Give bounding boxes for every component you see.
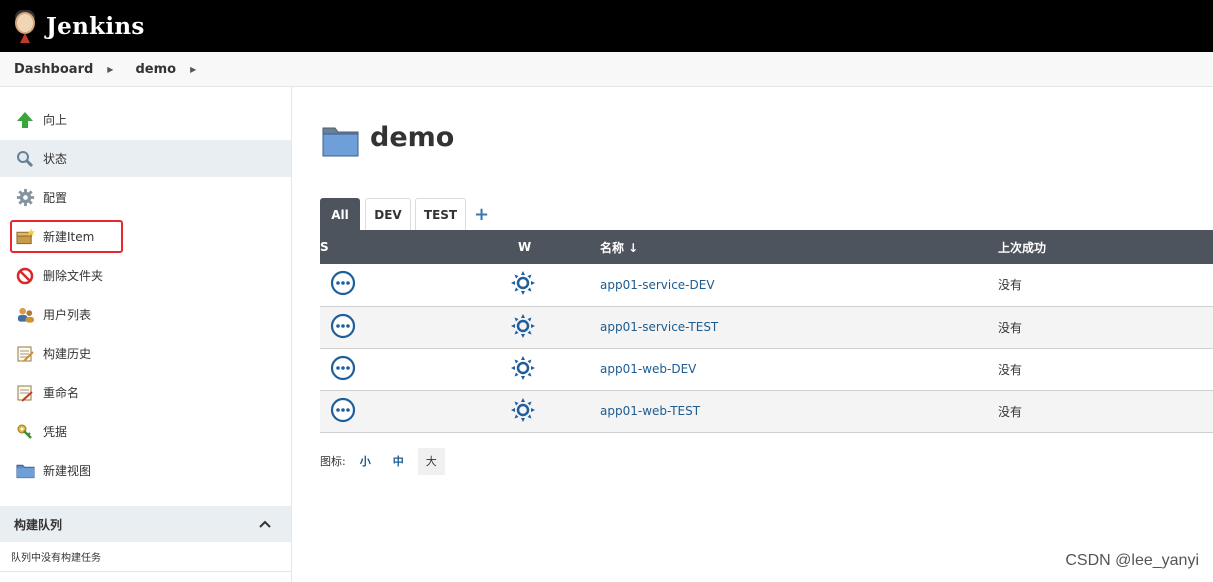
build-queue-title: 构建队列 <box>14 517 63 532</box>
collapse-chevron-icon[interactable] <box>259 517 271 531</box>
job-name-cell: app01-web-TEST <box>600 390 998 433</box>
icon-size-selector: 图标: 小 中 大 <box>320 447 445 475</box>
status-cell <box>320 348 365 391</box>
sidebar-item-build-history[interactable]: 构建历史 <box>0 335 291 372</box>
job-link[interactable]: app01-web-TEST <box>600 404 700 418</box>
no-entry-icon <box>15 266 35 286</box>
breadcrumb-chevron-icon[interactable]: ▶ <box>107 65 113 74</box>
sidebar-item-configure[interactable]: 配置 <box>0 179 291 216</box>
not-built-status-icon[interactable] <box>330 313 356 342</box>
sidebar-item-delete-folder[interactable]: 删除文件夹 <box>0 257 291 294</box>
up-arrow-icon <box>15 110 35 130</box>
notepad-pencil-icon <box>15 383 35 403</box>
last-success-cell: 没有 <box>998 264 1213 307</box>
status-cell <box>320 306 365 349</box>
table-row: app01-web-TEST 没有 <box>320 390 1213 433</box>
sidebar-item-label: 配置 <box>43 191 68 205</box>
breadcrumb-chevron-icon[interactable]: ▶ <box>190 65 196 74</box>
breadcrumb-demo[interactable]: demo <box>135 62 176 77</box>
users-icon <box>15 305 35 325</box>
sidebar-item-new-view[interactable]: 新建视图 <box>0 452 291 489</box>
job-link[interactable]: app01-service-TEST <box>600 320 718 334</box>
icon-size-medium[interactable]: 中 <box>385 448 412 475</box>
folder-icon <box>15 461 35 481</box>
sidebar-item-status[interactable]: 状态 <box>0 140 291 177</box>
divider <box>0 571 291 572</box>
weather-cell <box>365 390 600 433</box>
job-name-cell: app01-service-DEV <box>600 264 998 307</box>
last-success-cell: 没有 <box>998 348 1213 391</box>
highlight-annotation <box>10 220 123 253</box>
job-link[interactable]: app01-service-DEV <box>600 278 715 292</box>
add-tab-button[interactable]: + <box>474 204 489 225</box>
weather-sun-icon[interactable] <box>510 313 536 342</box>
sidebar: 向上 状态 配置 新建Item 删除文件夹 用户列表 构建历史 重命名 凭据 新… <box>0 87 292 582</box>
status-cell <box>320 390 365 433</box>
not-built-status-icon[interactable] <box>330 270 356 299</box>
sidebar-item-label: 向上 <box>43 113 68 127</box>
icon-size-large[interactable]: 大 <box>417 447 445 475</box>
folder-icon <box>322 124 360 158</box>
app-title[interactable]: Jenkins <box>46 13 145 40</box>
sidebar-item-label: 新建视图 <box>43 464 92 478</box>
sidebar-item-rename[interactable]: 重命名 <box>0 374 291 411</box>
not-built-status-icon[interactable] <box>330 397 356 426</box>
sidebar-item-label: 构建历史 <box>43 347 92 361</box>
weather-cell <box>365 306 600 349</box>
job-link[interactable]: app01-web-DEV <box>600 362 696 376</box>
sidebar-item-users[interactable]: 用户列表 <box>0 296 291 333</box>
icon-size-small[interactable]: 小 <box>352 448 379 475</box>
last-success-cell: 没有 <box>998 306 1213 349</box>
weather-sun-icon[interactable] <box>510 397 536 426</box>
build-queue-empty: 队列中没有构建任务 <box>11 553 101 564</box>
sidebar-item-label: 凭据 <box>43 425 68 439</box>
sidebar-item-label: 用户列表 <box>43 308 92 322</box>
magnifier-icon <box>15 149 35 169</box>
watermark: CSDN @lee_yanyi <box>1065 552 1199 569</box>
build-queue-header[interactable]: 构建队列 <box>0 506 291 542</box>
weather-cell <box>365 348 600 391</box>
table-row: app01-service-DEV 没有 <box>320 264 1213 307</box>
column-last-success[interactable]: 上次成功 <box>998 230 1213 264</box>
keys-icon <box>15 422 35 442</box>
sidebar-item-label: 重命名 <box>43 386 80 400</box>
sidebar-item-label: 状态 <box>43 152 68 166</box>
column-weather[interactable]: W <box>365 230 600 264</box>
sidebar-item-up[interactable]: 向上 <box>0 101 291 138</box>
column-name[interactable]: 名称 ↓ <box>600 230 998 264</box>
top-header: Jenkins <box>0 0 1213 52</box>
last-success-cell: 没有 <box>998 390 1213 433</box>
icon-size-label: 图标: <box>320 455 346 468</box>
job-name-cell: app01-web-DEV <box>600 348 998 391</box>
weather-sun-icon[interactable] <box>510 270 536 299</box>
job-name-cell: app01-service-TEST <box>600 306 998 349</box>
sidebar-item-credentials[interactable]: 凭据 <box>0 413 291 450</box>
tab-all[interactable]: All <box>320 198 360 230</box>
tab-test[interactable]: TEST <box>415 198 466 230</box>
status-cell <box>320 264 365 307</box>
gear-icon <box>15 188 35 208</box>
page-title: demo <box>370 122 455 153</box>
weather-sun-icon[interactable] <box>510 355 536 384</box>
breadcrumb-dashboard[interactable]: Dashboard <box>14 62 93 77</box>
notepad-icon <box>15 344 35 364</box>
column-status[interactable]: S <box>320 230 365 264</box>
breadcrumb: Dashboard ▶ demo ▶ <box>0 52 1213 87</box>
table-header-row: S W 名称 ↓ 上次成功 <box>320 230 1213 264</box>
jenkins-logo-icon[interactable] <box>12 9 38 43</box>
not-built-status-icon[interactable] <box>330 355 356 384</box>
sidebar-item-label: 删除文件夹 <box>43 269 104 283</box>
table-row: app01-service-TEST 没有 <box>320 306 1213 349</box>
table-row: app01-web-DEV 没有 <box>320 348 1213 391</box>
weather-cell <box>365 264 600 307</box>
jobs-table: S W 名称 ↓ 上次成功 app01-service-DEV 没有 app01… <box>320 230 1213 433</box>
tab-dev[interactable]: DEV <box>365 198 411 230</box>
